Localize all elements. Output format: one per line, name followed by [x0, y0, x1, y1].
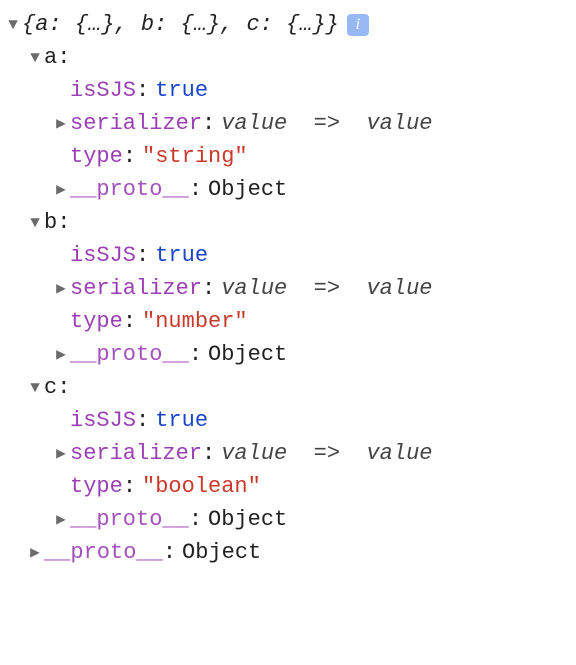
- prop-type-row[interactable]: type: "string": [4, 140, 572, 173]
- func-body: value: [366, 111, 432, 136]
- expand-toggle-icon[interactable]: [52, 508, 70, 532]
- func-param: value: [221, 111, 287, 136]
- prop-key-proto: __proto__: [70, 173, 189, 206]
- prop-value-boolean: true: [155, 74, 208, 107]
- summary-val: {…}: [75, 12, 115, 37]
- prop-key: serializer: [70, 272, 202, 305]
- expand-toggle-icon[interactable]: [52, 178, 70, 202]
- prop-serializer-row[interactable]: serializer: value => value: [4, 107, 572, 140]
- prop-isSJS-row[interactable]: isSJS: true: [4, 74, 572, 107]
- expand-toggle-icon[interactable]: [26, 211, 44, 235]
- expand-toggle-icon[interactable]: [26, 376, 44, 400]
- root-row[interactable]: {a: {…}, b: {…}, c: {…}} i: [4, 8, 572, 41]
- root-summary: {a: {…}, b: {…}, c: {…}}: [22, 8, 339, 41]
- expand-toggle-icon[interactable]: [52, 442, 70, 466]
- expand-toggle-icon[interactable]: [26, 46, 44, 70]
- func-arrow: =>: [314, 441, 340, 466]
- entry-key: c: [44, 371, 57, 404]
- entry-b-row[interactable]: b:: [4, 206, 572, 239]
- func-param: value: [221, 441, 287, 466]
- prop-serializer-row[interactable]: serializer: value => value: [4, 437, 572, 470]
- func-arrow: =>: [314, 276, 340, 301]
- summary-key: b: [141, 12, 154, 37]
- prop-key: serializer: [70, 107, 202, 140]
- func-param: value: [221, 276, 287, 301]
- prop-key-proto: __proto__: [70, 503, 189, 536]
- expand-toggle-icon[interactable]: [52, 112, 70, 136]
- summary-val: {…}: [286, 12, 326, 37]
- prop-type-row[interactable]: type: "number": [4, 305, 572, 338]
- expand-toggle-icon[interactable]: [26, 541, 44, 565]
- func-arrow: =>: [314, 111, 340, 136]
- object-tree: {a: {…}, b: {…}, c: {…}} i a: isSJS: tru…: [4, 8, 572, 569]
- prop-proto-row[interactable]: __proto__: Object: [4, 503, 572, 536]
- prop-value-string: "boolean": [142, 470, 261, 503]
- entry-c-row[interactable]: c:: [4, 371, 572, 404]
- prop-proto-row[interactable]: __proto__: Object: [4, 173, 572, 206]
- prop-value-string: "string": [142, 140, 248, 173]
- summary-key: a: [35, 12, 48, 37]
- prop-value-object: Object: [208, 503, 287, 536]
- prop-value-boolean: true: [155, 239, 208, 272]
- entry-key: b: [44, 206, 57, 239]
- summary-key: c: [246, 12, 259, 37]
- root-proto-row[interactable]: __proto__: Object: [4, 536, 572, 569]
- entry-key: a: [44, 41, 57, 74]
- func-body: value: [366, 441, 432, 466]
- entry-a-row[interactable]: a:: [4, 41, 572, 74]
- prop-value-function: value => value: [221, 107, 432, 140]
- prop-key: type: [70, 140, 123, 173]
- prop-key: isSJS: [70, 404, 136, 437]
- prop-serializer-row[interactable]: serializer: value => value: [4, 272, 572, 305]
- prop-value-function: value => value: [221, 272, 432, 305]
- func-body: value: [366, 276, 432, 301]
- prop-key: isSJS: [70, 74, 136, 107]
- prop-value-string: "number": [142, 305, 248, 338]
- brace-open: {: [22, 12, 35, 37]
- expand-toggle-icon[interactable]: [52, 343, 70, 367]
- info-icon[interactable]: i: [347, 14, 369, 36]
- prop-key-proto: __proto__: [44, 536, 163, 569]
- prop-key-proto: __proto__: [70, 338, 189, 371]
- prop-isSJS-row[interactable]: isSJS: true: [4, 404, 572, 437]
- prop-key: isSJS: [70, 239, 136, 272]
- prop-key: type: [70, 470, 123, 503]
- prop-type-row[interactable]: type: "boolean": [4, 470, 572, 503]
- prop-value-object: Object: [208, 173, 287, 206]
- prop-proto-row[interactable]: __proto__: Object: [4, 338, 572, 371]
- prop-key: type: [70, 305, 123, 338]
- prop-key: serializer: [70, 437, 202, 470]
- prop-value-boolean: true: [155, 404, 208, 437]
- prop-value-function: value => value: [221, 437, 432, 470]
- prop-value-object: Object: [208, 338, 287, 371]
- prop-isSJS-row[interactable]: isSJS: true: [4, 239, 572, 272]
- prop-value-object: Object: [182, 536, 261, 569]
- expand-toggle-icon[interactable]: [4, 13, 22, 37]
- brace-close: }: [326, 12, 339, 37]
- expand-toggle-icon[interactable]: [52, 277, 70, 301]
- summary-val: {…}: [180, 12, 220, 37]
